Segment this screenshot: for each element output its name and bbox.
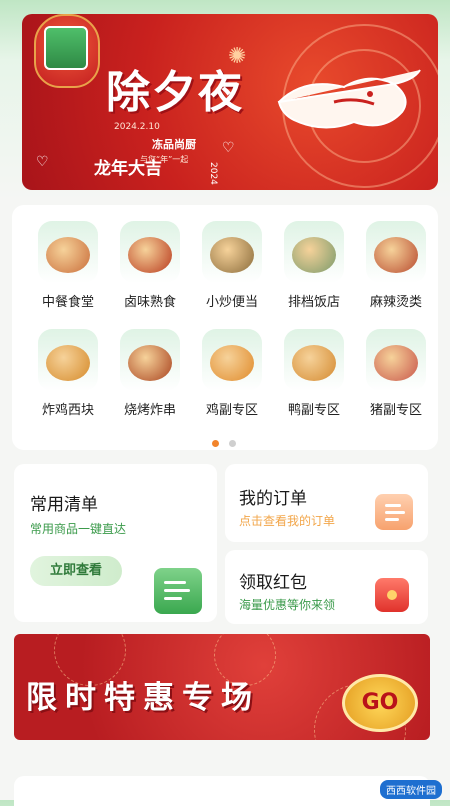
food-image [374,345,418,381]
food-image [210,345,254,381]
category-label: 麻辣烫类 [369,295,422,310]
pork-icon [366,329,426,391]
food-image [128,345,172,381]
restaurant-icon [284,221,344,283]
category-label: 炸鸡西块 [41,403,94,418]
new-year-banner[interactable]: 除夕夜 2024.2.10 冻品尚厨 与您“年”一起 龙年大吉 2024 ♡ ♡… [22,14,438,190]
food-image [374,237,418,273]
banner-luck: 龙年大吉 [94,159,162,179]
banner-brand: 冻品尚厨 [152,138,196,151]
red-packet-icon [375,578,409,612]
category-label: 卤味熟食 [123,295,176,310]
food-image [46,237,90,273]
category-label: 猪副专区 [369,403,422,418]
dragon-icon [277,69,421,129]
product-package-icon [44,26,88,70]
food-image [292,237,336,273]
category-item[interactable]: 炸鸡西块 [28,329,108,429]
category-panel: 中餐食堂 卤味熟食 小炒便当 排档饭店 麻辣烫类炸鸡西块 烧烤炸串 鸡副专区 鸭副专区 猪副专区 [12,205,438,450]
banner-year: 2024 [208,162,218,185]
view-now-button[interactable]: 立即查看 [30,556,122,586]
red-packet-subtitle: 海量优惠等你来领 [239,598,336,612]
red-packet-title: 领取红包 [239,573,307,593]
category-item[interactable]: 猪副专区 [356,329,436,429]
category-item[interactable]: 麻辣烫类 [356,221,436,321]
category-label: 中餐食堂 [41,295,94,310]
my-orders-card[interactable]: 我的订单 点击查看我的订单 [225,464,428,542]
red-packet-card[interactable]: 领取红包 海量优惠等你来领 [225,550,428,624]
category-label: 烧烤炸串 [123,403,176,418]
food-image [46,345,90,381]
category-label: 排档饭店 [287,295,340,310]
common-list-subtitle: 常用商品一键直达 [30,522,127,536]
duck-icon [284,329,344,391]
category-item[interactable]: 中餐食堂 [28,221,108,321]
my-orders-title: 我的订单 [239,489,307,509]
heart-icon: ♡ [36,154,49,170]
category-item[interactable]: 鸭副专区 [274,329,354,429]
limited-offer-banner[interactable]: 限时特惠专场 GO [14,634,430,740]
category-item[interactable]: 烧烤炸串 [110,329,190,429]
limited-offer-text: 限时特惠专场 [26,680,260,716]
food-image [292,345,336,381]
bbq-skewer-icon [120,329,180,391]
my-orders-subtitle: 点击查看我的订单 [239,514,336,528]
go-button[interactable]: GO [342,674,418,732]
heart-icon: ♡ [222,140,235,156]
category-item[interactable]: 卤味熟食 [110,221,190,321]
banner-date: 2024.2.10 [114,122,160,132]
category-label: 小炒便当 [205,295,258,310]
banner-title: 除夕夜 [106,67,244,118]
category-item[interactable]: 小炒便当 [192,221,272,321]
category-item[interactable]: 排档饭店 [274,221,354,321]
food-image [128,237,172,273]
category-label: 鸡副专区 [205,403,258,418]
order-icon [375,494,413,530]
common-list-title: 常用清单 [30,495,98,515]
braised-food-icon [120,221,180,283]
firework-icon: ✺ [228,44,247,69]
category-label: 鸭副专区 [287,403,340,418]
chicken-icon [202,329,262,391]
pager-dots [212,432,241,451]
chinese-meal-icon [38,221,98,283]
pager-dot-active[interactable] [212,440,219,447]
burger-icon [38,329,98,391]
stir-fry-bento-icon [202,221,262,283]
spicy-hotpot-icon [366,221,426,283]
watermark-badge: 西西软件园 [380,780,442,799]
next-section-card [14,776,430,806]
pager-dot[interactable] [229,440,237,447]
category-item[interactable]: 鸡副专区 [192,329,272,429]
food-image [210,237,254,273]
common-list-card[interactable]: 常用清单 常用商品一键直达 立即查看 [14,464,217,622]
checklist-icon [154,568,202,614]
